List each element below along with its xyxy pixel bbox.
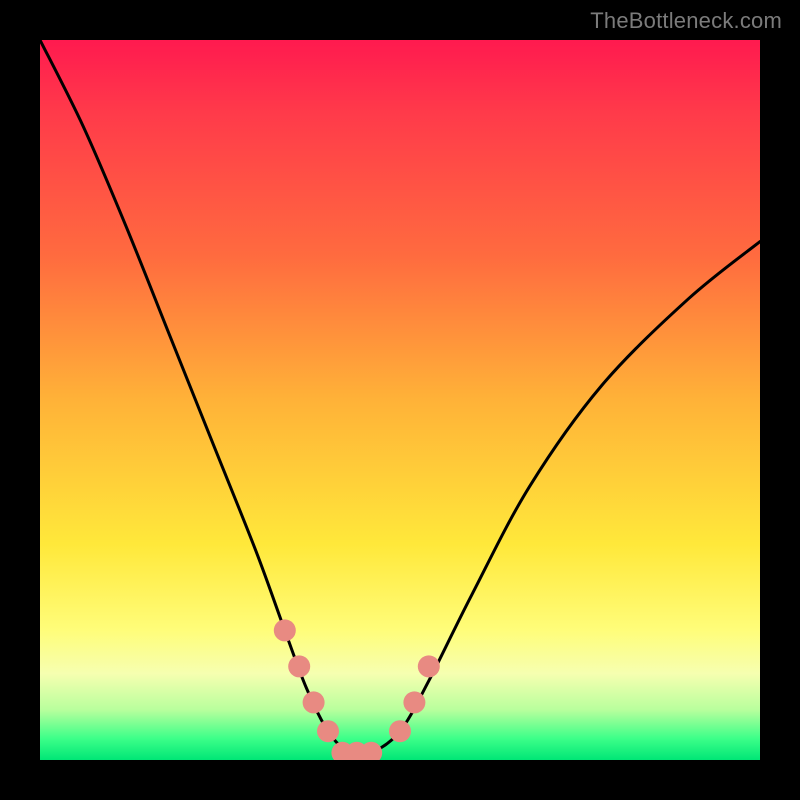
highlight-point: [303, 691, 325, 713]
highlight-markers: [274, 619, 440, 760]
plot-area: [40, 40, 760, 760]
chart-frame: TheBottleneck.com: [0, 0, 800, 800]
highlight-point: [274, 619, 296, 641]
highlight-point: [389, 720, 411, 742]
highlight-point: [418, 655, 440, 677]
bottleneck-curve: [40, 40, 760, 756]
watermark-text: TheBottleneck.com: [590, 8, 782, 34]
curve-layer: [40, 40, 760, 760]
highlight-point: [288, 655, 310, 677]
highlight-point: [403, 691, 425, 713]
highlight-point: [317, 720, 339, 742]
